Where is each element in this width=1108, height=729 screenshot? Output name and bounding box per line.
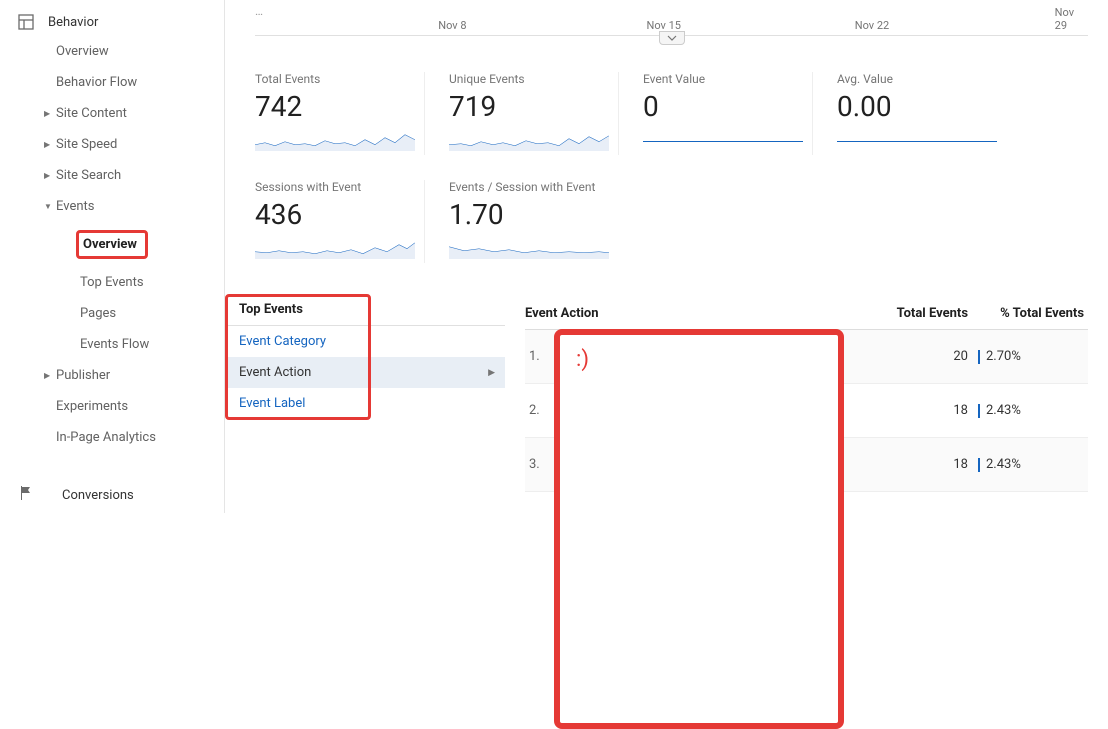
sidebar-item-publisher[interactable]: ▶ Publisher: [0, 360, 224, 391]
highlight-box: Overview: [76, 230, 148, 259]
bar-icon: [978, 458, 980, 472]
table-header-action[interactable]: Event Action: [525, 306, 858, 321]
dimension-selector-header: Top Events: [225, 294, 505, 326]
dimension-selector: Top Events Event Category Event Action ▶…: [225, 294, 515, 419]
bar-icon: [978, 404, 980, 418]
metric-events-per-session[interactable]: Events / Session with Event 1.70: [449, 180, 649, 263]
flag-icon: [18, 485, 48, 505]
sparkline: [255, 235, 415, 259]
timeline-tick: Nov 8: [438, 19, 466, 32]
chevron-down-icon: [667, 35, 677, 41]
caret-down-icon: ▼: [44, 202, 56, 211]
sidebar-item-overview[interactable]: Overview: [0, 36, 224, 67]
sparkline: [255, 127, 415, 151]
sparkline-flat: [837, 141, 997, 142]
metric-unique-events[interactable]: Unique Events 719: [449, 72, 619, 155]
annotation-text: :): [576, 347, 589, 372]
sidebar-section-conversions-label: Conversions: [62, 488, 134, 503]
sidebar-section-behavior-label: Behavior: [48, 15, 98, 30]
sidebar-item-site-search[interactable]: ▶ Site Search: [0, 160, 224, 191]
sidebar-item-site-speed[interactable]: ▶ Site Speed: [0, 129, 224, 160]
sparkline-flat: [643, 141, 803, 142]
timeline-tick: Nov 29: [1055, 6, 1088, 32]
sidebar-item-behavior-flow[interactable]: Behavior Flow: [0, 67, 224, 98]
sidebar-item-events-top[interactable]: Top Events: [0, 267, 224, 298]
sidebar-item-events-overview[interactable]: Overview: [0, 222, 224, 267]
timeline-expand-button[interactable]: [659, 31, 685, 45]
caret-right-icon: ▶: [44, 140, 56, 149]
sidebar-section-conversions[interactable]: Conversions: [0, 479, 224, 511]
annotation-overlay: :): [554, 329, 844, 729]
metric-total-events[interactable]: Total Events 742: [255, 72, 425, 155]
sparkline: [449, 127, 609, 151]
dimension-option-event-category[interactable]: Event Category: [225, 326, 505, 357]
metric-event-value[interactable]: Event Value 0: [643, 72, 813, 155]
sidebar-item-experiments[interactable]: Experiments: [0, 391, 224, 422]
dimension-option-event-action[interactable]: Event Action ▶: [225, 357, 505, 388]
caret-right-icon: ▶: [44, 171, 56, 180]
table-header: Event Action Total Events % Total Events: [525, 298, 1088, 330]
metric-row-1: Total Events 742 Unique Events 719 Event…: [255, 72, 1007, 155]
sparkline: [449, 235, 609, 259]
table-header-pct[interactable]: % Total Events: [968, 306, 1088, 321]
table-header-total[interactable]: Total Events: [858, 306, 968, 321]
caret-right-icon: ▶: [488, 368, 495, 378]
caret-right-icon: ▶: [44, 109, 56, 118]
sidebar-item-inpage-analytics[interactable]: In-Page Analytics: [0, 422, 224, 453]
metric-sessions-with-event[interactable]: Sessions with Event 436: [255, 180, 425, 263]
sidebar: Behavior Overview Behavior Flow ▶ Site C…: [0, 0, 225, 513]
metric-avg-value[interactable]: Avg. Value 0.00: [837, 72, 1007, 155]
dimension-option-event-label[interactable]: Event Label: [225, 388, 505, 419]
sidebar-item-events[interactable]: ▼ Events: [0, 191, 224, 222]
sidebar-section-behavior[interactable]: Behavior: [0, 8, 224, 36]
bar-icon: [978, 350, 980, 364]
behavior-icon: [18, 14, 34, 30]
timeline: … Nov 8 Nov 15 Nov 22 Nov 29: [255, 0, 1088, 36]
sidebar-item-events-pages[interactable]: Pages: [0, 298, 224, 329]
metric-row-2: Sessions with Event 436 Events / Session…: [255, 180, 649, 263]
caret-right-icon: ▶: [44, 371, 56, 380]
timeline-ellipsis: …: [255, 4, 263, 18]
sidebar-item-events-flow[interactable]: Events Flow: [0, 329, 224, 360]
main-content: … Nov 8 Nov 15 Nov 22 Nov 29 Total Event…: [225, 0, 1108, 513]
sidebar-item-site-content[interactable]: ▶ Site Content: [0, 98, 224, 129]
timeline-tick: Nov 22: [855, 19, 889, 32]
